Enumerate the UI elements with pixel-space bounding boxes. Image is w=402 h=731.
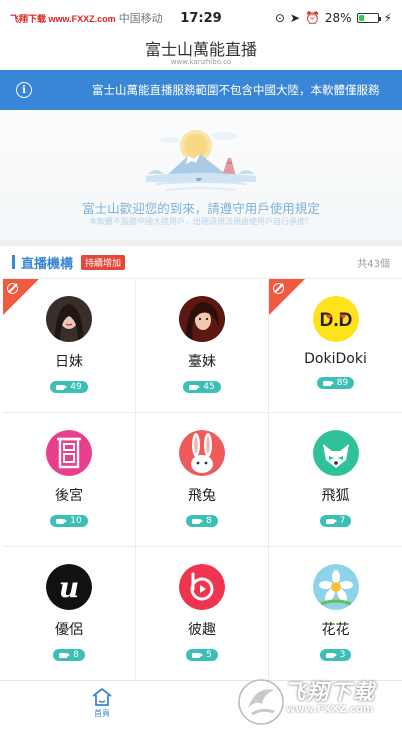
status-right: ⊙ ➤ ⏰ 28% ⚡ [275,11,392,25]
video-camera-icon [192,652,204,658]
platform-card[interactable]: 飛兔 8 [136,413,269,547]
section-count: 共43個 [357,258,390,270]
platform-avatar[interactable] [179,564,225,610]
section-badge: 持續增加 [81,254,126,270]
live-count-badge: 8 [53,649,85,661]
section-title: 直播機構 [21,256,74,272]
battery-fill [358,15,364,21]
no-entry-icon [273,283,284,294]
video-camera-icon [189,384,201,390]
platform-grid: 日妹 49 臺妹 45 D.D DokiDoki 89 後宮 10 飛兔 8 飛狐 7 u 優侶 8 彼趣 5 花花… [3,278,402,681]
charging-icon: ⚡ [383,11,392,25]
page-subtitle: www.kanzhibo.co [170,58,232,66]
video-camera-icon [192,518,204,524]
status-left: 飞翔下载 www.FXXZ.com 中国移动 [10,10,163,26]
mount-fuji-illustration [146,130,256,191]
platform-avatar[interactable]: u [46,564,92,610]
platform-name: 花花 [321,622,350,638]
live-count: 49 [70,382,82,392]
platform-name: 臺妹 [188,354,216,370]
video-camera-icon [322,380,334,386]
video-camera-icon [56,384,68,390]
platform-name: 彼趣 [188,622,216,638]
platform-card[interactable]: 臺妹 45 [136,279,269,413]
platform-avatar[interactable] [46,430,92,476]
rotation-lock-icon: ⊙ [274,11,285,25]
alarm-icon: ⏰ [304,11,320,25]
live-count-badge: 89 [316,377,355,389]
location-icon: ➤ [289,11,300,25]
live-count: 89 [336,378,349,388]
top-watermark: 飞翔下载 www.FXXZ.com [10,13,116,24]
live-count-badge: 3 [319,649,352,661]
platform-avatar[interactable] [46,296,92,342]
video-camera-icon [325,518,337,524]
video-camera-icon [59,652,71,658]
platform-name: 優侶 [55,622,83,638]
platform-avatar[interactable]: D.D [312,296,359,342]
live-count: 8 [206,516,212,526]
live-count: 8 [73,650,79,660]
platform-avatar[interactable] [312,564,359,610]
tab-home[interactable]: 首頁 [82,687,122,719]
section-header: 直播機構 持續增加 共43個 [0,246,402,278]
live-count: 7 [339,516,346,526]
banner-subtitle: 本軟體不服務中國大陸用戶，出現違規法規由使用戶自行承擔！ [89,217,313,226]
platform-card[interactable]: 飛狐 7 [269,413,402,547]
no-entry-icon [7,283,18,294]
section-accent-bar [12,255,15,269]
banner-title: 富士山歡迎您的到來，請遵守用戶使用規定 [82,201,320,216]
platform-name: 飛兔 [188,488,216,504]
platform-name: DokiDoki [304,351,367,367]
platform-card[interactable]: 日妹 49 [3,279,136,413]
battery-percent: 28% [324,11,352,25]
platform-card[interactable]: 後宮 10 [3,413,136,547]
live-count-badge: 49 [50,381,88,393]
watermark-url: www.FXXZ.com [286,704,374,715]
live-count-badge: 7 [319,515,352,527]
corner-watermark: 飞翔下载 www.FXXZ.com [236,672,402,731]
notice-text: 富士山萬能直播服務範圍不包含中國大陸，本軟體僅服務 [92,83,380,97]
notice-bar[interactable]: i 富士山萬能直播服務範圍不包含中國大陸，本軟體僅服務 [0,70,402,110]
carrier-label: 中国移动 [118,12,163,25]
platform-name: 日妹 [55,354,83,370]
platform-card[interactable]: D.D DokiDoki 89 [269,279,402,413]
platform-avatar[interactable] [179,296,225,342]
home-icon [92,688,112,706]
platform-name: 後宮 [55,488,83,504]
watermark-logo [238,679,284,725]
live-count: 10 [70,516,82,526]
svg-text:D.D: D.D [319,310,352,331]
page-title: 富士山萬能直播 [144,40,257,59]
video-camera-icon [56,518,68,524]
platform-avatar[interactable] [312,430,359,476]
info-icon: i [16,82,32,98]
platform-avatar[interactable] [179,430,225,476]
video-camera-icon [325,652,337,658]
svg-text:u: u [59,571,79,604]
tab-home-label: 首頁 [94,709,110,718]
platform-card[interactable]: u 優侶 8 [3,547,136,681]
live-count-badge: 45 [183,381,221,393]
live-count-badge: 8 [186,515,218,527]
platform-name: 飛狐 [321,488,350,504]
status-bar: 飞翔下载 www.FXXZ.com 中国移动 17:29 ⊙ ➤ ⏰ 28% ⚡ [0,0,402,36]
platform-card[interactable]: 花花 3 [269,547,402,681]
live-count: 5 [206,650,212,660]
live-count-badge: 10 [50,515,88,527]
live-count: 45 [203,382,215,392]
live-count: 3 [339,650,346,660]
watermark-text: 飞翔下载 [284,680,376,704]
platform-card[interactable]: 彼趣 5 [136,547,269,681]
battery-icon [356,13,381,23]
welcome-banner[interactable]: 富士山歡迎您的到來，請遵守用戶使用規定 本軟體不服務中國大陸用戶，出現違規法規由… [0,110,402,240]
live-count-badge: 5 [186,649,218,661]
